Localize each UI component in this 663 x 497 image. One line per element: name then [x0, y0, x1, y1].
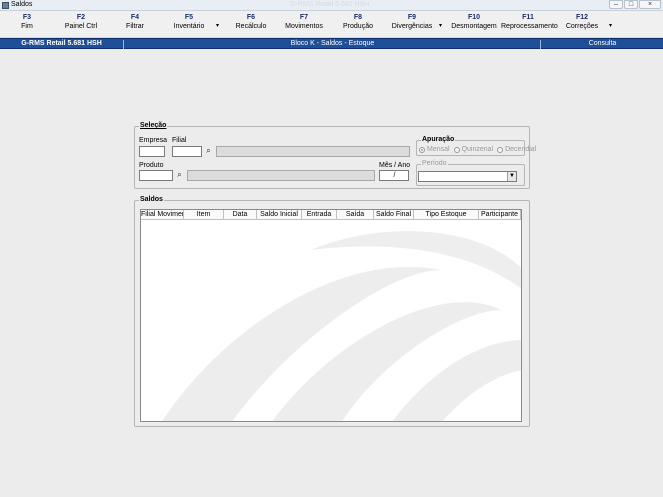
toolbar-key: F6: [246, 14, 256, 21]
mes-ano-input[interactable]: /: [379, 170, 409, 181]
periodo-select[interactable]: ▼: [418, 171, 517, 182]
watermark-logo: [162, 231, 521, 421]
decendial-radio[interactable]: [497, 146, 504, 153]
toolbar-button-painel-ctrl[interactable]: F2 Painel Ctrl: [54, 14, 108, 30]
periodo-title: Período: [421, 160, 448, 167]
toolbar-label: Desmontagem: [451, 23, 497, 30]
apuracao-options: Mensal Quinzenal Decendial: [419, 146, 540, 153]
toolbar-label: Produção: [343, 23, 373, 30]
column-header[interactable]: Tipo Estoque: [414, 210, 479, 220]
filial-label: Filial: [172, 137, 187, 144]
status-bar: G-RMS Retail 5.681 HSH Bloco K - Saldos …: [0, 38, 663, 49]
toolbar-label: Inventário: [173, 23, 205, 30]
saldos-grid[interactable]: Filial Movimento Item Data Saldo Inicial…: [140, 209, 522, 422]
column-header[interactable]: Saldo Inicial: [257, 210, 302, 220]
column-header[interactable]: Saldo Final: [374, 210, 414, 220]
quinzenal-radio[interactable]: [453, 146, 460, 153]
toolbar-key: F3: [22, 14, 32, 21]
toolbar-key: F5: [184, 14, 194, 21]
toolbar-button-recalculo[interactable]: F6 Recálculo: [224, 14, 278, 30]
mes-ano-label: Mês / Ano: [379, 162, 411, 169]
toolbar-key: F9: [407, 14, 417, 21]
window-title: Saldos: [11, 1, 33, 8]
minimize-icon[interactable]: –: [609, 0, 623, 9]
chevron-down-icon[interactable]: ▼: [507, 172, 516, 181]
close-icon[interactable]: ×: [639, 0, 661, 9]
inventario-dropdown-icon[interactable]: ▾: [216, 22, 219, 29]
toolbar-button-movimentos[interactable]: F7 Movimentos: [277, 14, 331, 30]
toolbar-key: F8: [353, 14, 363, 21]
toolbar-label: Recálculo: [235, 23, 267, 30]
saldos-grid-header: Filial Movimento Item Data Saldo Inicial…: [141, 210, 521, 220]
apuracao-title: Apuração: [421, 136, 456, 143]
window-titlebar: Saldos G-RMS Retail 5.681 HSH – □ ×: [0, 0, 663, 11]
toolbar-button-reprocessamento[interactable]: F11 Reprocessamento: [501, 14, 558, 30]
toolbar-key: F4: [130, 14, 140, 21]
periodo-group: Período ▼: [416, 160, 525, 186]
toolbar-label: Divergências: [391, 23, 433, 30]
screen-name: Bloco K - Saldos - Estoque: [125, 40, 541, 49]
toolbar-key: F2: [76, 14, 86, 21]
filial-search-icon[interactable]: ⌕: [203, 146, 214, 157]
toolbar-button-correcoes[interactable]: F12 Correções: [555, 14, 609, 30]
produto-description-field: [187, 170, 375, 181]
toolbar-label: Correções: [565, 23, 599, 30]
column-header[interactable]: Filial Movimento: [141, 210, 184, 220]
apuracao-group: Apuração Mensal Quinzenal Decendial: [416, 136, 536, 156]
column-header[interactable]: Item: [184, 210, 224, 220]
saldos-group: Saldos Filial Movimento Item Data Saldo …: [134, 196, 530, 427]
toolbar-label: Painel Ctrl: [64, 23, 98, 30]
produto-search-icon[interactable]: ⌕: [174, 170, 185, 181]
toolbar-label: Movimentos: [285, 23, 323, 30]
column-header[interactable]: Data: [224, 210, 257, 220]
toolbar-key: F12: [575, 14, 589, 21]
toolbar-label: Reprocessamento: [501, 23, 558, 30]
column-header[interactable]: Saída: [337, 210, 374, 220]
decendial-label: Decendial: [505, 146, 537, 153]
toolbar-button-filtrar[interactable]: F4 Filtrar: [108, 14, 162, 30]
column-header[interactable]: Entrada: [302, 210, 337, 220]
mensal-radio[interactable]: [419, 146, 425, 153]
empresa-input[interactable]: [139, 146, 165, 157]
empresa-label: Empresa: [139, 137, 168, 144]
quinzenal-label: Quinzenal: [461, 146, 494, 153]
window-ghost-title: G-RMS Retail 5.681 HSH: [290, 1, 370, 8]
filial-description-field: [216, 146, 410, 157]
correcoes-dropdown-icon[interactable]: ▾: [609, 22, 612, 29]
saldos-title: Saldos: [139, 196, 164, 203]
toolbar-button-desmontagem[interactable]: F10 Desmontagem: [447, 14, 501, 30]
toolbar-label: Filtrar: [126, 23, 144, 30]
toolbar-key: F10: [467, 14, 481, 21]
selecao-group: Seleção Empresa Filial ⌕ Produto ⌕ Mês /…: [134, 122, 536, 189]
produto-input[interactable]: [139, 170, 173, 181]
app-version: G-RMS Retail 5.681 HSH: [0, 40, 124, 49]
divergencias-dropdown-icon[interactable]: ▾: [439, 22, 442, 29]
toolbar-button-producao[interactable]: F8 Produção: [331, 14, 385, 30]
window-controls: – □ ×: [608, 0, 661, 9]
produto-label: Produto: [139, 162, 164, 169]
mode-indicator: Consulta: [588, 40, 617, 47]
toolbar-button-inventario[interactable]: F5 Inventário: [162, 14, 216, 30]
toolbar-key: F11: [522, 14, 534, 21]
app-icon: [2, 2, 9, 9]
function-key-toolbar: F3 Fim F2 Painel Ctrl F4 Filtrar F5 Inve…: [0, 11, 663, 38]
toolbar-label: Fim: [21, 23, 33, 30]
filial-input[interactable]: [172, 146, 202, 157]
toolbar-button-divergencias[interactable]: F9 Divergências: [385, 14, 439, 30]
selecao-title: Seleção: [139, 122, 168, 129]
maximize-icon[interactable]: □: [624, 0, 638, 9]
toolbar-key: F7: [299, 14, 309, 21]
column-header[interactable]: Participante: [479, 210, 521, 220]
mensal-label: Mensal: [427, 146, 450, 153]
toolbar-button-fim[interactable]: F3 Fim: [0, 14, 54, 30]
